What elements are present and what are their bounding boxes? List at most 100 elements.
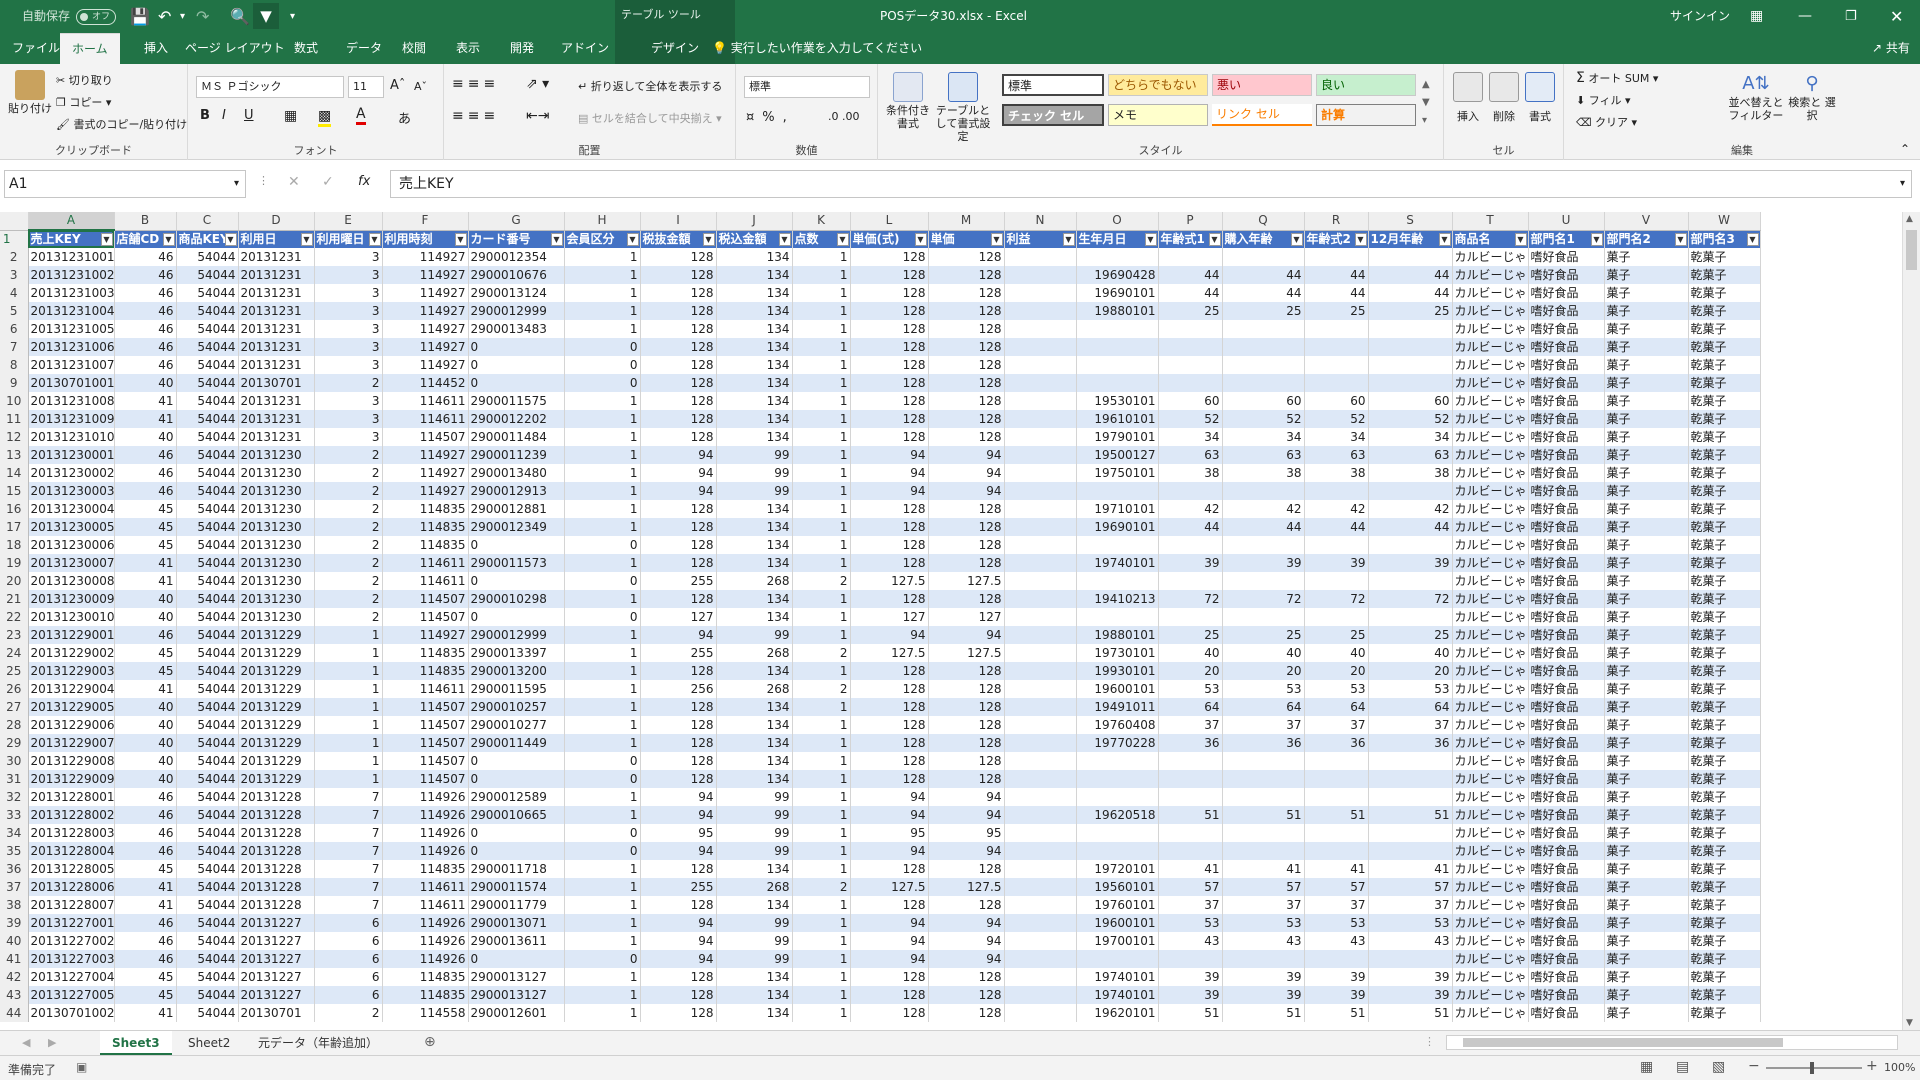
table-cell[interactable]	[1004, 608, 1077, 626]
table-cell[interactable]	[1158, 482, 1223, 500]
row-header[interactable]: 23	[0, 626, 29, 644]
filter-icon[interactable]: ▼	[253, 3, 279, 29]
table-cell[interactable]: 3	[314, 392, 383, 410]
table-cell[interactable]: 19491011	[1076, 698, 1159, 716]
table-cell[interactable]: 41	[114, 1004, 177, 1022]
row-header[interactable]: 10	[0, 392, 29, 410]
table-cell[interactable]: カルビーじゃ	[1452, 554, 1529, 572]
table-cell[interactable]	[1004, 644, 1077, 662]
table-cell[interactable]: 2900012601	[468, 1004, 565, 1022]
table-cell[interactable]: 36	[1368, 734, 1453, 752]
table-cell[interactable]: 1	[792, 464, 851, 482]
table-cell[interactable]: 37	[1368, 716, 1453, 734]
table-cell[interactable]: 1	[564, 986, 641, 1004]
table-cell[interactable]	[1158, 608, 1223, 626]
table-cell[interactable]: 乾菓子	[1688, 374, 1761, 392]
save-icon[interactable]: 💾	[130, 0, 150, 33]
table-cell[interactable]: 134	[716, 968, 793, 986]
table-cell[interactable]: 菓子	[1604, 266, 1689, 284]
table-cell[interactable]: 0	[564, 824, 641, 842]
table-cell[interactable]: 54044	[176, 302, 239, 320]
table-cell[interactable]: 64	[1304, 698, 1369, 716]
table-cell[interactable]: 菓子	[1604, 914, 1689, 932]
table-cell[interactable]: 256	[640, 680, 717, 698]
table-cell[interactable]: 2	[314, 608, 383, 626]
table-cell[interactable]: 0	[564, 770, 641, 788]
table-cell[interactable]	[1004, 824, 1077, 842]
table-cell[interactable]: 94	[640, 842, 717, 860]
table-cell[interactable]: カルビーじゃ	[1452, 770, 1529, 788]
table-cell[interactable]: 39	[1368, 986, 1453, 1004]
table-cell[interactable]: 菓子	[1604, 626, 1689, 644]
table-cell[interactable]: 1	[792, 986, 851, 1004]
table-cell[interactable]: 99	[716, 932, 793, 950]
table-cell[interactable]: 51	[1368, 1004, 1453, 1022]
table-cell[interactable]: 114835	[382, 986, 469, 1004]
table-cell[interactable]: 2900010676	[468, 266, 565, 284]
table-cell[interactable]: カルビーじゃ	[1452, 338, 1529, 356]
number-format-icons[interactable]: ¤%,	[746, 110, 795, 125]
select-all-corner[interactable]	[0, 212, 29, 231]
table-cell[interactable]	[1222, 338, 1305, 356]
table-cell[interactable]: 99	[716, 626, 793, 644]
table-cell[interactable]: 3	[314, 320, 383, 338]
row-header[interactable]: 40	[0, 932, 29, 950]
table-header-cell[interactable]: 部門名2 ▼	[1604, 230, 1689, 248]
table-cell[interactable]: 20131231004	[28, 302, 115, 320]
table-cell[interactable]: 菓子	[1604, 356, 1689, 374]
table-cell[interactable]: 60	[1304, 392, 1369, 410]
table-cell[interactable]	[1158, 320, 1223, 338]
table-cell[interactable]: 20131230005	[28, 518, 115, 536]
row-header[interactable]: 39	[0, 914, 29, 932]
table-cell[interactable]: 128	[850, 410, 929, 428]
find-select-button[interactable]: ⚲ 検索と 選択	[1788, 72, 1836, 122]
table-cell[interactable]: 51	[1368, 806, 1453, 824]
minimize-icon[interactable]: —	[1798, 0, 1812, 33]
table-cell[interactable]	[1004, 482, 1077, 500]
ribbon-display-icon[interactable]: ▦	[1750, 0, 1763, 33]
table-cell[interactable]: 19690101	[1076, 284, 1159, 302]
table-cell[interactable]: 2900011575	[468, 392, 565, 410]
table-cell[interactable]: 1	[792, 428, 851, 446]
table-cell[interactable]: 114507	[382, 698, 469, 716]
table-cell[interactable]: 嗜好食品	[1528, 896, 1605, 914]
table-cell[interactable]: 54044	[176, 950, 239, 968]
table-cell[interactable]: 99	[716, 806, 793, 824]
tab-page-layout[interactable]: ページ レイアウト	[173, 33, 297, 64]
table-cell[interactable]	[1304, 320, 1369, 338]
table-cell[interactable]: 99	[716, 788, 793, 806]
style-linked-cell[interactable]: リンク セル	[1212, 104, 1312, 126]
table-cell[interactable]: 54044	[176, 932, 239, 950]
row-header[interactable]: 5	[0, 302, 29, 320]
table-cell[interactable]: 127.5	[850, 572, 929, 590]
orientation-icon[interactable]: ⇗ ▾	[526, 76, 549, 92]
table-cell[interactable]: 20131228	[238, 842, 315, 860]
table-cell[interactable]: 菓子	[1604, 662, 1689, 680]
table-cell[interactable]: 嗜好食品	[1528, 338, 1605, 356]
table-cell[interactable]: 134	[716, 608, 793, 626]
table-cell[interactable]: 54044	[176, 644, 239, 662]
table-cell[interactable]: 25	[1304, 626, 1369, 644]
table-cell[interactable]: 嗜好食品	[1528, 932, 1605, 950]
table-cell[interactable]: 7	[314, 860, 383, 878]
table-cell[interactable]: 19880101	[1076, 302, 1159, 320]
table-cell[interactable]: 20131230	[238, 572, 315, 590]
table-cell[interactable]: 乾菓子	[1688, 320, 1761, 338]
table-cell[interactable]: 0	[564, 842, 641, 860]
table-cell[interactable]: 嗜好食品	[1528, 986, 1605, 1004]
table-cell[interactable]: 128	[928, 266, 1005, 284]
table-cell[interactable]: 94	[928, 842, 1005, 860]
zoom-slider-thumb[interactable]	[1810, 1062, 1814, 1074]
filter-dropdown-icon[interactable]: ▼	[1208, 232, 1221, 246]
table-cell[interactable]: 94	[640, 464, 717, 482]
table-cell[interactable]: 54044	[176, 788, 239, 806]
table-cell[interactable]	[1222, 572, 1305, 590]
table-cell[interactable]: 94	[850, 914, 929, 932]
table-cell[interactable]: 20131228007	[28, 896, 115, 914]
column-header[interactable]: U	[1528, 212, 1605, 231]
table-cell[interactable]: 20131229	[238, 752, 315, 770]
table-cell[interactable]: 2	[314, 446, 383, 464]
table-cell[interactable]: 36	[1222, 734, 1305, 752]
table-cell[interactable]: 20131228001	[28, 788, 115, 806]
table-cell[interactable]: 46	[114, 932, 177, 950]
